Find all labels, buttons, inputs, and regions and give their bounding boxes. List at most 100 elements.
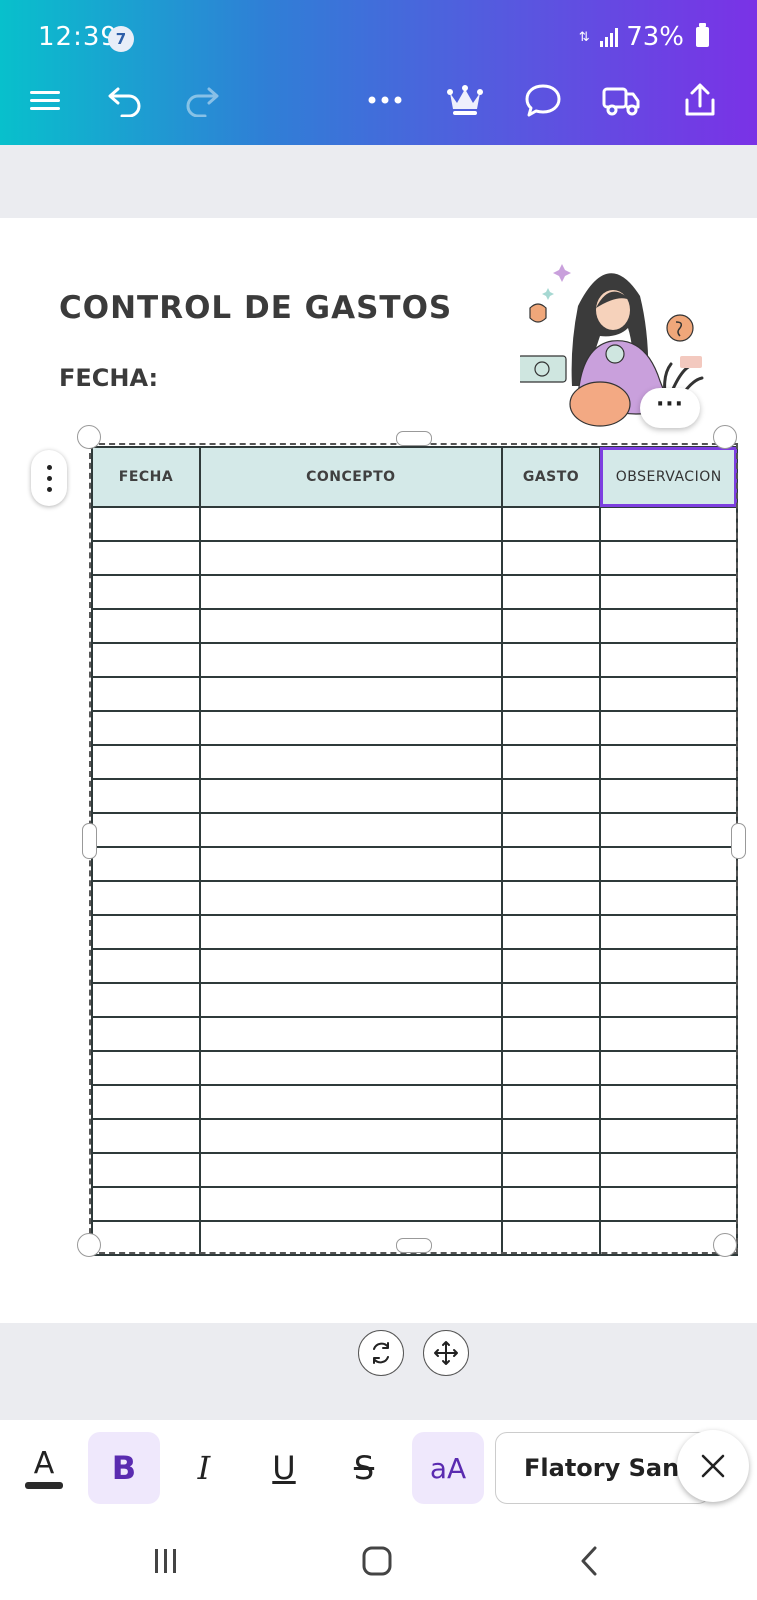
resize-handle-top-left[interactable]: [77, 425, 101, 449]
table-cell[interactable]: [199, 846, 503, 882]
comment-icon[interactable]: [523, 78, 563, 122]
table-cell[interactable]: [500, 982, 602, 1018]
resize-handle-top[interactable]: [396, 431, 432, 446]
table-cell[interactable]: [599, 948, 738, 984]
resize-handle-bottom-right[interactable]: [713, 1233, 737, 1257]
more-icon[interactable]: [365, 78, 405, 122]
table-cell[interactable]: [91, 710, 201, 746]
table-cell[interactable]: [599, 574, 738, 610]
redo-icon[interactable]: [182, 78, 222, 122]
table-cell[interactable]: [91, 880, 201, 916]
italic-button[interactable]: I: [168, 1432, 240, 1504]
table-cell[interactable]: [199, 574, 503, 610]
table-cell[interactable]: [91, 574, 201, 610]
document-date-label[interactable]: FECHA:: [59, 364, 158, 392]
resize-handle-bottom[interactable]: [396, 1238, 432, 1253]
expense-table[interactable]: FECHA CONCEPTO GASTO OBSERVACION: [89, 443, 738, 1256]
case-button[interactable]: aA: [412, 1432, 484, 1504]
design-page[interactable]: CONTROL DE GASTOS FECHA: ··· FECHA CONCE…: [0, 218, 757, 1323]
delivery-truck-icon[interactable]: [600, 78, 642, 122]
table-cell[interactable]: [199, 608, 503, 644]
table-cell[interactable]: [91, 642, 201, 678]
table-cell[interactable]: [599, 608, 738, 644]
table-cell[interactable]: [500, 1118, 602, 1154]
resize-handle-left[interactable]: [82, 823, 97, 859]
table-cell[interactable]: [91, 744, 201, 780]
table-cell[interactable]: [599, 1050, 738, 1086]
table-cell[interactable]: [500, 710, 602, 746]
table-cell[interactable]: [91, 914, 201, 950]
table-cell[interactable]: [599, 1016, 738, 1052]
table-cell[interactable]: [500, 574, 602, 610]
table-cell[interactable]: [500, 880, 602, 916]
table-cell[interactable]: [199, 880, 503, 916]
table-cell[interactable]: [599, 676, 738, 712]
table-cell[interactable]: [599, 982, 738, 1018]
table-cell[interactable]: [599, 914, 738, 950]
table-cell[interactable]: [91, 1016, 201, 1052]
table-cell[interactable]: [91, 1118, 201, 1154]
table-cell[interactable]: [199, 506, 503, 542]
table-cell[interactable]: [500, 1084, 602, 1120]
table-cell[interactable]: [599, 1186, 738, 1222]
recent-apps-icon[interactable]: [146, 1544, 186, 1578]
table-cell[interactable]: [199, 914, 503, 950]
table-cell[interactable]: [500, 812, 602, 848]
table-cell[interactable]: [500, 540, 602, 576]
table-options-menu[interactable]: [31, 450, 67, 506]
strikethrough-button[interactable]: S: [328, 1432, 400, 1504]
table-cell[interactable]: [91, 1220, 201, 1256]
table-cell[interactable]: [500, 1152, 602, 1188]
table-cell[interactable]: [91, 1050, 201, 1086]
document-title[interactable]: CONTROL DE GASTOS: [59, 290, 452, 326]
table-cell[interactable]: [199, 1186, 503, 1222]
table-cell[interactable]: [199, 540, 503, 576]
crown-icon[interactable]: [445, 78, 485, 122]
table-cell[interactable]: [599, 1118, 738, 1154]
table-cell[interactable]: [91, 982, 201, 1018]
table-cell[interactable]: [599, 1152, 738, 1188]
table-cell[interactable]: [500, 1016, 602, 1052]
table-cell[interactable]: [199, 710, 503, 746]
table-cell[interactable]: [599, 812, 738, 848]
close-toolbar-button[interactable]: [677, 1430, 749, 1502]
table-cell[interactable]: [500, 1220, 602, 1256]
table-cell[interactable]: [199, 1118, 503, 1154]
element-options-button[interactable]: ···: [640, 388, 700, 428]
table-cell[interactable]: [199, 1084, 503, 1120]
table-cell[interactable]: [91, 1186, 201, 1222]
home-icon[interactable]: [357, 1544, 397, 1578]
table-cell[interactable]: [199, 1152, 503, 1188]
table-cell[interactable]: [599, 744, 738, 780]
table-cell[interactable]: [599, 540, 738, 576]
table-cell[interactable]: [91, 948, 201, 984]
underline-button[interactable]: U: [248, 1432, 320, 1504]
table-cell[interactable]: [599, 846, 738, 882]
table-cell[interactable]: [500, 1186, 602, 1222]
table-cell[interactable]: [91, 846, 201, 882]
resize-handle-right[interactable]: [731, 823, 746, 859]
table-cell[interactable]: [599, 1084, 738, 1120]
table-cell[interactable]: [500, 608, 602, 644]
table-cell[interactable]: [199, 1016, 503, 1052]
table-cell[interactable]: [199, 778, 503, 814]
table-cell[interactable]: [199, 676, 503, 712]
resize-handle-top-right[interactable]: [713, 425, 737, 449]
table-cell[interactable]: [500, 948, 602, 984]
header-concepto[interactable]: CONCEPTO: [199, 446, 503, 508]
table-cell[interactable]: [500, 642, 602, 678]
undo-icon[interactable]: [105, 78, 145, 122]
rotate-button[interactable]: [358, 1330, 404, 1376]
table-cell[interactable]: [199, 948, 503, 984]
table-cell[interactable]: [91, 608, 201, 644]
table-cell[interactable]: [91, 778, 201, 814]
table-cell[interactable]: [91, 676, 201, 712]
move-button[interactable]: [423, 1330, 469, 1376]
table-cell[interactable]: [199, 982, 503, 1018]
table-cell[interactable]: [500, 1050, 602, 1086]
table-cell[interactable]: [91, 1084, 201, 1120]
table-cell[interactable]: [599, 710, 738, 746]
table-cell[interactable]: [500, 778, 602, 814]
table-cell[interactable]: [500, 676, 602, 712]
table-cell[interactable]: [199, 1220, 503, 1256]
